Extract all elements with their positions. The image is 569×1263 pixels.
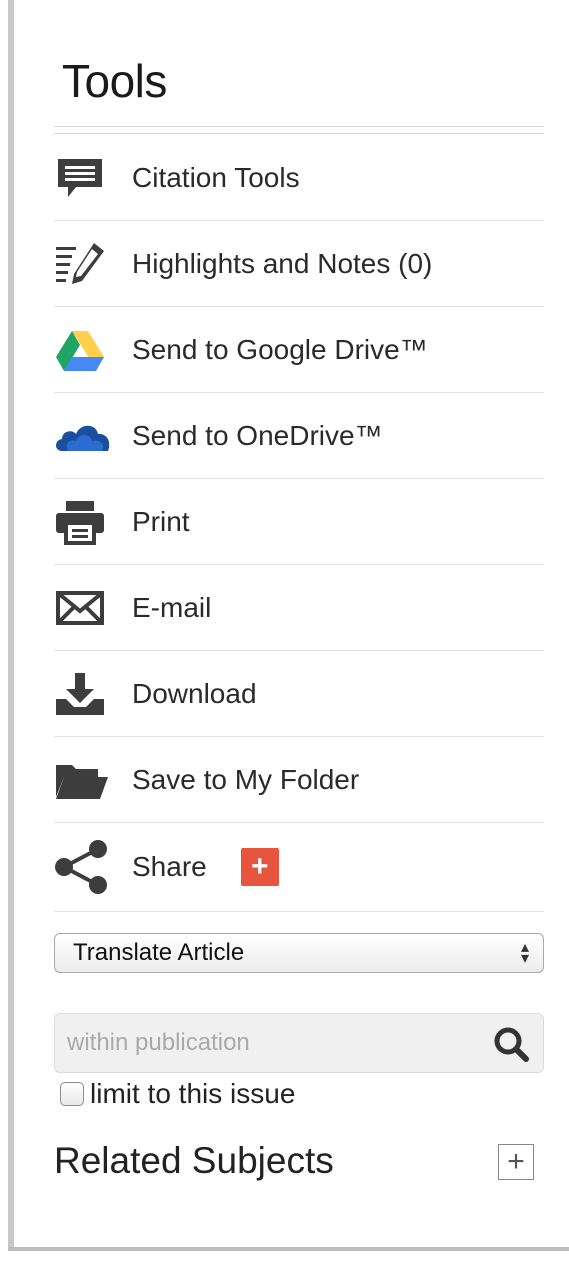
limit-checkbox[interactable] bbox=[60, 1082, 84, 1106]
limit-label: limit to this issue bbox=[90, 1078, 296, 1109]
search-icon[interactable] bbox=[493, 1026, 529, 1062]
tool-download[interactable]: Download bbox=[54, 651, 544, 737]
limit-option: limit to this issue bbox=[60, 1078, 295, 1110]
tool-label: E-mail bbox=[132, 591, 212, 623]
publication-search-box bbox=[54, 1013, 544, 1073]
google-drive-icon bbox=[54, 325, 114, 375]
tool-list: Citation Tools Highlights and Notes (0) bbox=[54, 135, 544, 912]
tool-label: Print bbox=[132, 505, 190, 537]
select-value: Translate Article bbox=[73, 939, 245, 966]
tool-label: Send to Google Drive™ bbox=[132, 333, 428, 365]
left-border bbox=[8, 0, 14, 1250]
tool-label: Share bbox=[132, 851, 207, 882]
tool-label: Save to My Folder bbox=[132, 763, 360, 795]
search-input[interactable] bbox=[55, 1022, 469, 1064]
tool-citation-tools[interactable]: Citation Tools bbox=[54, 135, 544, 221]
tool-print[interactable]: Print bbox=[54, 479, 544, 565]
tool-label: Citation Tools bbox=[132, 161, 300, 193]
share-icon bbox=[54, 840, 114, 894]
tool-label: Download bbox=[132, 677, 257, 709]
expand-related-button[interactable]: + bbox=[498, 1144, 534, 1180]
tool-share[interactable]: Share + bbox=[54, 823, 544, 912]
onedrive-cloud-icon bbox=[54, 411, 114, 461]
pencil-notes-icon bbox=[54, 239, 114, 289]
speech-bubble-icon bbox=[54, 153, 114, 203]
tool-highlights-notes[interactable]: Highlights and Notes (0) bbox=[54, 221, 544, 307]
divider bbox=[54, 126, 544, 127]
tool-label: Highlights and Notes (0) bbox=[132, 247, 433, 279]
envelope-icon bbox=[54, 583, 114, 633]
bottom-border bbox=[8, 1247, 569, 1251]
tool-onedrive[interactable]: Send to OneDrive™ bbox=[54, 393, 544, 479]
tool-google-drive[interactable]: Send to Google Drive™ bbox=[54, 307, 544, 393]
tool-save-folder[interactable]: Save to My Folder bbox=[54, 737, 544, 823]
translate-article-select[interactable]: Translate Article ▴ ▾ bbox=[54, 933, 544, 973]
panel-title: Tools bbox=[62, 55, 167, 107]
share-plus-button[interactable]: + bbox=[240, 848, 279, 886]
printer-icon bbox=[54, 497, 114, 547]
related-subjects: Related Subjects + bbox=[54, 1140, 544, 1184]
tool-email[interactable]: E-mail bbox=[54, 565, 544, 651]
tool-label: Send to OneDrive™ bbox=[132, 419, 383, 451]
divider bbox=[54, 133, 544, 134]
folder-icon bbox=[54, 755, 114, 805]
related-subjects-label: Related Subjects bbox=[54, 1140, 334, 1181]
download-icon bbox=[54, 669, 114, 719]
select-arrows-icon: ▴ ▾ bbox=[520, 939, 529, 967]
